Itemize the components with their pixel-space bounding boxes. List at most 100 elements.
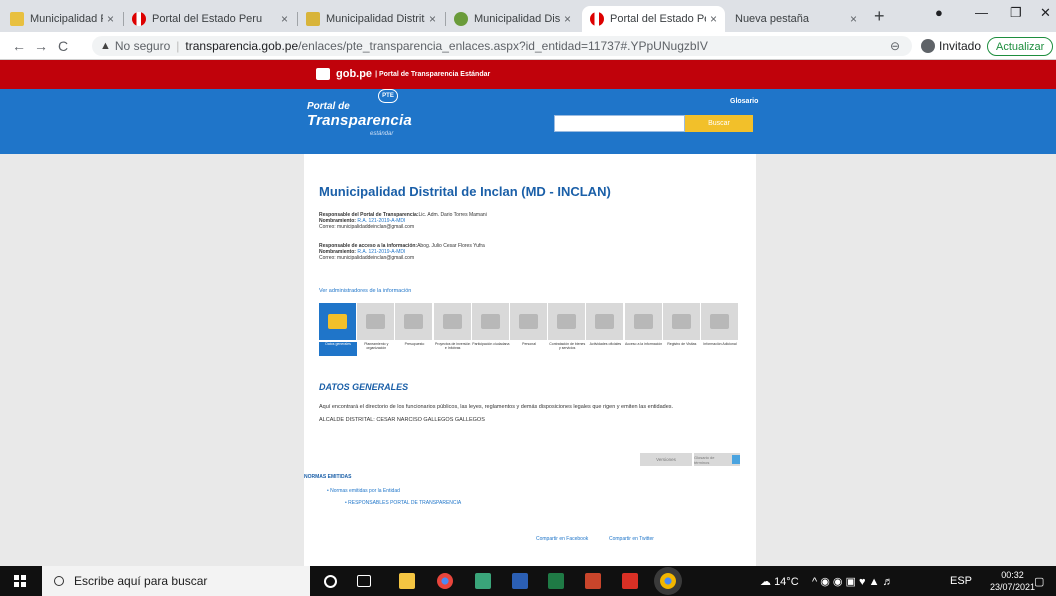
org-chart-icon <box>366 314 386 329</box>
tab-6[interactable]: Nueva pestaña × <box>727 6 865 32</box>
minimize-button[interactable]: — <box>975 5 988 20</box>
gob-brand[interactable]: gob.pe | Portal de Transparencia Estándar <box>316 68 490 80</box>
category-informacion-adicional[interactable] <box>700 303 738 340</box>
language-indicator[interactable]: ESP <box>950 575 972 587</box>
normas-subitem-label: RESPONSABLES PORTAL DE TRANSPARENCIA <box>348 500 462 506</box>
task-view-icon[interactable] <box>357 575 371 587</box>
portal-header <box>0 89 1056 154</box>
resp-access-name: Abog. Julio Cesar Flores Yufra <box>417 243 485 249</box>
address-bar[interactable]: ▲ No seguro | transparencia.gob.pe/enlac… <box>92 36 912 56</box>
browser-toolbar: ← → C ▲ No seguro | transparencia.gob.pe… <box>0 32 1056 60</box>
profile-menu-icon[interactable]: ● <box>935 5 943 20</box>
notifications-icon[interactable]: ▢ <box>1034 575 1044 588</box>
normas-item[interactable]: • Normas emitidas por la Entidad <box>327 488 400 494</box>
word-icon[interactable] <box>512 573 528 589</box>
taskbar-clock[interactable]: 00:32 23/07/2021 <box>990 569 1035 593</box>
entity-title: Municipalidad Distrital de Inclan (MD - … <box>319 184 611 199</box>
profile-chip[interactable]: Invitado <box>921 39 981 53</box>
glossary-button[interactable]: Glosario de términos <box>694 453 740 466</box>
file-explorer-icon[interactable] <box>399 573 415 589</box>
chrome-icon[interactable] <box>437 573 453 589</box>
category-label[interactable]: Presupuesto <box>395 342 433 356</box>
category-label[interactable]: Personal <box>510 342 548 356</box>
security-label: No seguro <box>114 39 171 53</box>
clock-date: 23/07/2021 <box>990 582 1036 592</box>
category-personal[interactable] <box>509 303 547 340</box>
resp-portal-mail: Correo: municipalidaddeinclan@gmail.com <box>319 224 415 230</box>
calculator-icon[interactable] <box>475 573 491 589</box>
maximize-button[interactable]: ❐ <box>1010 5 1022 21</box>
tray-icons[interactable]: ^ ◉ ◉ ▣ ♥ ▲ ♬ <box>812 575 894 588</box>
share-facebook-link[interactable]: Compartir en Facebook <box>536 536 588 542</box>
versions-button[interactable]: Versiones <box>640 453 692 466</box>
close-window-button[interactable]: ✕ <box>1040 5 1051 21</box>
glossary-label: Glosario de términos <box>694 454 715 465</box>
category-label[interactable]: Contratación de bienes y servicios <box>548 342 586 356</box>
municipality-seal-icon <box>454 12 468 26</box>
new-tab-button[interactable]: + <box>874 6 885 27</box>
category-presupuesto[interactable] <box>395 303 433 340</box>
search-placeholder: Escribe aquí para buscar <box>74 574 208 588</box>
category-proyectos[interactable] <box>433 303 471 340</box>
cortana-icon[interactable] <box>324 575 337 588</box>
category-label[interactable]: Proyectos de inversión e Infobras <box>434 342 472 356</box>
category-label[interactable]: Información Adicional <box>701 342 739 356</box>
normas-title: NORMAS EMITIDAS <box>304 474 352 480</box>
tab-2[interactable]: Portal del Estado Peru × <box>124 6 296 32</box>
close-tab-icon[interactable]: × <box>429 12 436 26</box>
tab-5-active[interactable]: Portal del Estado Peru × <box>582 6 725 32</box>
category-contratacion[interactable] <box>548 303 586 340</box>
web-page: gob.pe | Portal de Transparencia Estándar… <box>0 60 1056 566</box>
update-button[interactable]: Actualizar <box>987 37 1054 56</box>
category-label[interactable]: Acceso a la información <box>625 342 663 356</box>
peru-flag-icon <box>590 12 604 26</box>
tab-4[interactable]: Municipalidad Distrita × <box>446 6 579 32</box>
worker-icon <box>442 314 462 329</box>
category-actividades[interactable] <box>586 303 624 340</box>
share-twitter-link[interactable]: Compartir en Twitter <box>609 536 654 542</box>
peru-shield-icon <box>316 68 330 80</box>
pen-icon <box>557 314 577 329</box>
chrome-active-icon[interactable] <box>660 573 676 589</box>
category-registro-visitas[interactable] <box>662 303 700 340</box>
excel-icon[interactable] <box>548 573 564 589</box>
powerpoint-icon[interactable] <box>585 573 601 589</box>
category-label[interactable]: Registro de Visitas <box>663 342 701 356</box>
back-arrow-icon[interactable]: ← <box>12 38 26 54</box>
reload-icon[interactable]: C <box>58 38 68 54</box>
resp-access-mail: Correo: municipalidaddeinclan@gmail.com <box>319 255 415 261</box>
close-tab-icon[interactable]: × <box>710 12 717 26</box>
weather-widget[interactable]: ☁ 14°C <box>760 575 799 588</box>
tab-title: Nueva pestaña <box>735 13 809 25</box>
normas-subitem[interactable]: • RESPONSABLES PORTAL DE TRANSPARENCIA <box>345 500 461 506</box>
ver-administradores-link[interactable]: Ver administradores de la información <box>319 288 411 294</box>
category-label[interactable]: Datos generales <box>319 342 358 356</box>
category-acceso[interactable] <box>624 303 662 340</box>
category-label[interactable]: Actividades oficiales <box>586 342 624 356</box>
close-tab-icon[interactable]: × <box>107 12 114 26</box>
zoom-icon[interactable]: ⊖ <box>890 39 900 53</box>
clock-time: 00:32 <box>1001 570 1024 580</box>
search-input[interactable] <box>554 115 685 132</box>
tab-title: Municipalidad Distrita <box>474 13 560 25</box>
tab-3[interactable]: Municipalidad Distrita × <box>298 6 444 32</box>
close-tab-icon[interactable]: × <box>564 12 571 26</box>
close-tab-icon[interactable]: × <box>281 12 288 26</box>
search-button[interactable]: Buscar <box>685 115 753 132</box>
tab-1[interactable]: Municipalidad Provinc × <box>2 6 122 32</box>
category-planeamiento[interactable] <box>357 303 395 340</box>
municipality-favicon-icon <box>306 12 320 26</box>
category-label[interactable]: Planeamiento y organización <box>357 342 395 356</box>
tab-title: Portal del Estado Peru <box>152 13 263 25</box>
close-tab-icon[interactable]: × <box>850 12 857 26</box>
category-icon-row <box>319 303 739 340</box>
taskbar-search[interactable]: Escribe aquí para buscar <box>42 566 310 596</box>
category-datos-generales[interactable] <box>319 303 356 340</box>
warning-icon: ▲ <box>100 40 111 52</box>
category-label[interactable]: Participación ciudadana <box>472 342 510 356</box>
forward-arrow-icon[interactable]: → <box>34 38 48 54</box>
windows-start-icon[interactable] <box>14 575 26 587</box>
acrobat-icon[interactable] <box>622 573 638 589</box>
category-participacion[interactable] <box>471 303 509 340</box>
glosario-link[interactable]: Glosario <box>730 98 758 105</box>
